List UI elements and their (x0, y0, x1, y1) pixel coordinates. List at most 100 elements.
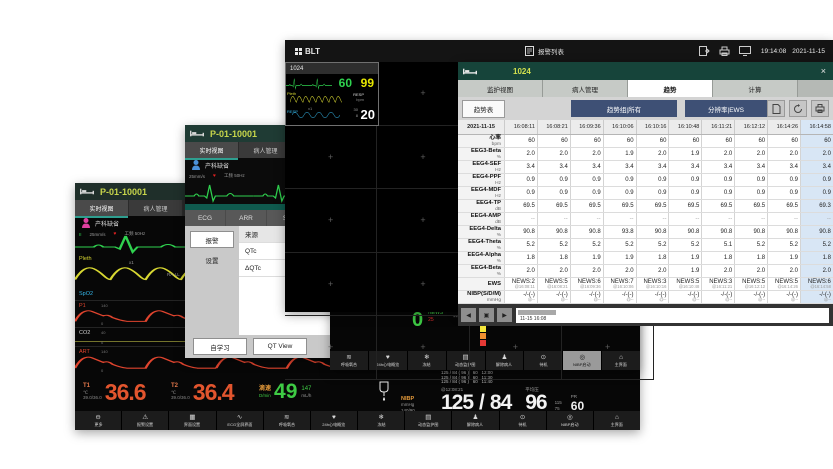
patient-tile[interactable]: + (377, 126, 469, 190)
tile-bed-number: 1024 (290, 66, 303, 72)
trend-cell: 93.8 (603, 226, 636, 238)
add-patient-icon: + (328, 215, 333, 225)
refresh-button[interactable] (789, 100, 807, 117)
toolbar-button-NIBP启动[interactable]: ◎NIBP启动 (547, 411, 593, 430)
dialog-tab-2[interactable]: 趋势 (628, 80, 713, 97)
trend-cell: 2.0 (636, 148, 669, 160)
patient-tile[interactable]: + (285, 316, 377, 380)
resolution-button[interactable]: 分辨率|EWS (685, 100, 767, 117)
tile-resp-unit: bpm (356, 98, 364, 102)
trend-cell: 1.9 (668, 252, 701, 264)
toolbar-button-动态监护图[interactable]: ▤动态监护图 (405, 411, 451, 430)
export-icon[interactable] (699, 46, 710, 56)
trend-cell: 0.9 (701, 174, 734, 186)
scroll-mode-button[interactable]: ▣ (479, 308, 494, 322)
trend-cell: 69.5 (504, 200, 537, 212)
print-record-button[interactable] (811, 100, 829, 117)
toolbar-button-更多[interactable]: ⊖更多 (75, 411, 121, 430)
toolbar-button-界面设置[interactable]: ▦界面设置 (169, 411, 215, 430)
trend-row: EEG4-Alpha%1.81.81.91.91.81.91.81.81.91.… (458, 252, 833, 265)
patient-tile[interactable]: + (377, 189, 469, 253)
trend-cell: 2.0 (504, 265, 537, 277)
add-patient-icon: + (420, 279, 425, 289)
trend-cell: 2.0 (701, 265, 734, 277)
trend-cell: 90.8 (668, 226, 701, 238)
trend-cell: 2.0 (800, 148, 833, 160)
trend-table-button[interactable]: 趋势表 (462, 100, 505, 118)
trend-cell: 3.4 (734, 161, 767, 173)
toolbar-button-呼吸氧合[interactable]: ≋呼吸氧合 (264, 411, 310, 430)
trend-row-label: EEG4-SEFHz (458, 161, 504, 173)
trend-cell: 90.8 (537, 226, 570, 238)
trend-time-header: 16:10:06 (603, 120, 636, 134)
trend-group-button[interactable]: 趋势组|所有 (571, 100, 677, 117)
patient-tile[interactable]: + (285, 253, 377, 317)
dialog-tab-1[interactable]: 病人管理 (543, 80, 628, 97)
trend-cell: 0.9 (701, 187, 734, 199)
w1-tab-0[interactable]: 实时视图 (75, 200, 128, 218)
trend-cell: 3.4 (504, 161, 537, 173)
scroll-left-button[interactable]: ◀ (461, 308, 476, 322)
toolbar-button-冻结[interactable]: ❄冻结 (358, 411, 404, 430)
trend-cell: 1.8 (734, 252, 767, 264)
tile-resp-row: RESP x1 30 8 20 (286, 106, 378, 123)
patient-icon (192, 160, 200, 170)
trend-cell: 5.2 (800, 239, 833, 251)
co2-scale-high: 40 (101, 330, 105, 335)
trend-cell: 5.2 (636, 239, 669, 251)
trend-cell: 5.2 (570, 239, 603, 251)
trend-scrollbar: ◀ ▣ ▶ 11-15 16:08 (458, 304, 833, 326)
trend-cell: NEWS:5@16:10:48 (668, 278, 701, 290)
trend-cell: NEWS:5@16:12:12 (734, 278, 767, 290)
patient-tile-1024[interactable]: 1024 60 99 Pleth RESP bpm RESP x1 30 8 2… (285, 62, 379, 126)
drip-label: 滴速 (259, 386, 271, 393)
patient-tile[interactable]: + (285, 189, 377, 253)
add-patient-icon: + (513, 342, 518, 352)
patient-tile[interactable]: + (377, 316, 469, 380)
patient-tile[interactable]: + (377, 253, 469, 317)
trend-cell: 2.0 (800, 265, 833, 277)
print-icon[interactable] (719, 46, 730, 56)
trend-cell: 2.0 (537, 148, 570, 160)
w1-tab-1[interactable]: 病人管理 (129, 200, 182, 216)
add-patient-icon: + (605, 342, 610, 352)
toolbar-button-主界面[interactable]: ⌂主界面 (594, 411, 640, 430)
ecg-dialog-tab-ECG[interactable]: ECG (185, 210, 225, 226)
tile-pleth-row: Pleth RESP bpm (286, 91, 378, 106)
toolbar-button-ECG全屏界面[interactable]: ∿ECG全屏界面 (217, 411, 263, 430)
toolbar-button-报警设置[interactable]: ⚠报警设置 (122, 411, 168, 430)
t2-parameter[interactable]: T2 ℃ 39.0/36.0 36.4 (171, 371, 259, 413)
alarm-list-button[interactable]: 报警列表 (525, 46, 564, 56)
trend-cell: -/-(-)@-- (734, 291, 767, 303)
mid-tab-0[interactable]: 实时视图 (185, 142, 238, 160)
dialog-titlebar[interactable]: 1024 × (458, 62, 833, 80)
trend-row: EEG4-SEFHz3.43.43.43.43.43.43.43.43.43.4 (458, 161, 833, 174)
patient-tile[interactable]: + (285, 126, 377, 190)
dialog-tab-0[interactable]: 监护视图 (458, 80, 543, 97)
scroll-right-button[interactable]: ▶ (497, 308, 512, 322)
lead-pair-label: RA-LL (167, 272, 180, 277)
trend-cell: 0.9 (800, 174, 833, 186)
display-settings-icon[interactable] (739, 46, 751, 56)
trend-cell: 1.9 (668, 265, 701, 277)
dialog-controls: 趋势表 趋势组|所有 分辨率|EWS (458, 97, 833, 120)
toolbar-button-24h心电概览[interactable]: ♥24h心电概览 (311, 411, 357, 430)
freeze-icon: ❄ (378, 414, 383, 422)
trend-cell: 69.5 (636, 200, 669, 212)
dialog-tab-3[interactable]: 计算 (713, 80, 798, 97)
trend-cell: 5.2 (668, 239, 701, 251)
ecg-dialog-sidebar-报警[interactable]: 报警 (190, 231, 234, 248)
ecg-dialog-button-自学习[interactable]: 自学习 (193, 338, 247, 355)
patient-tile[interactable]: + (377, 62, 469, 126)
scroll-thumb[interactable] (518, 310, 556, 315)
export-record-button[interactable] (767, 100, 785, 117)
scroll-track[interactable]: 11-15 16:08 (516, 308, 829, 323)
toolbar-button-待机[interactable]: ⊙待机 (500, 411, 546, 430)
toolbar-button-解除病人[interactable]: ♟解除病人 (452, 411, 498, 430)
ecg-dialog-sidebar: 报警设置 (185, 226, 239, 335)
t1-parameter[interactable]: T1 ℃ 39.0/36.0 36.6 (75, 371, 171, 413)
close-icon[interactable]: × (821, 66, 826, 76)
ecg-dialog-tab-ARR[interactable]: ARR (226, 210, 266, 226)
ecg-dialog-sidebar-设置[interactable]: 设置 (191, 252, 233, 267)
trend-cell: 3.4 (800, 161, 833, 173)
